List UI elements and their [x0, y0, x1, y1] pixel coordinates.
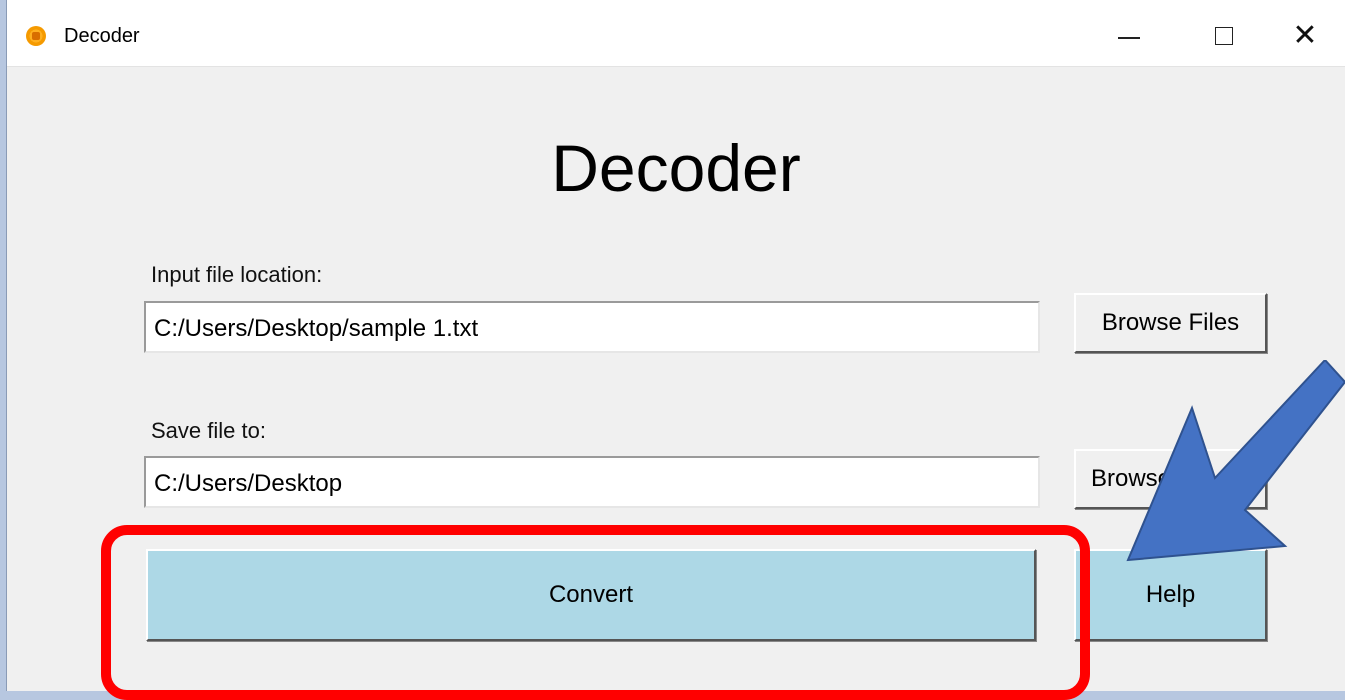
window-title: Decoder	[64, 25, 140, 47]
input-file-label: Input file location:	[151, 262, 323, 287]
title-bar[interactable]: Decoder ✕	[7, 0, 1345, 67]
maximize-button[interactable]	[1202, 16, 1246, 56]
minimize-icon	[1118, 37, 1140, 39]
app-icon	[26, 26, 46, 46]
convert-button[interactable]: Convert	[146, 549, 1036, 641]
minimize-button[interactable]	[1107, 16, 1151, 56]
maximize-icon	[1215, 27, 1233, 45]
save-file-label: Save file to:	[151, 418, 266, 443]
close-icon: ✕	[1292, 19, 1318, 52]
close-button[interactable]: ✕	[1283, 16, 1327, 56]
page-title: Decoder	[551, 131, 801, 205]
input-file-field[interactable]: C:/Users/Desktop/sample 1.txt	[144, 301, 1040, 353]
browse-save-button[interactable]: Browse	[1074, 449, 1267, 509]
save-location-field[interactable]: C:/Users/Desktop	[144, 456, 1040, 508]
decoder-window: Decoder ✕ Decoder Input file location: C…	[6, 0, 1345, 691]
help-button[interactable]: Help	[1074, 549, 1267, 641]
browse-files-button[interactable]: Browse Files	[1074, 293, 1267, 353]
